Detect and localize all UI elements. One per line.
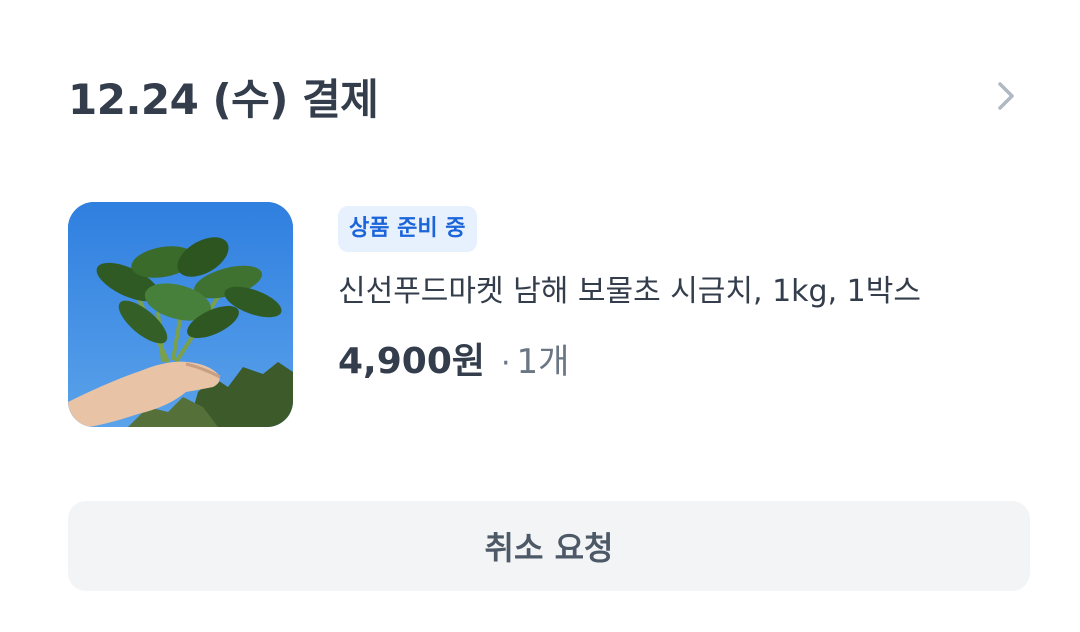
chevron-right-icon[interactable] bbox=[994, 78, 1018, 114]
separator-dot: · bbox=[501, 346, 511, 381]
status-badge: 상품 준비 중 bbox=[338, 206, 477, 252]
product-quantity: 1개 bbox=[516, 342, 570, 382]
product-image[interactable] bbox=[68, 202, 293, 427]
order-header[interactable]: 12.24 (수) 결제 bbox=[68, 64, 1018, 128]
product-name[interactable]: 신선푸드마켓 남해 보물초 시금치, 1kg, 1박스 bbox=[338, 272, 1018, 312]
product-price: 4,900원 bbox=[338, 341, 485, 382]
order-date-title: 12.24 (수) 결제 bbox=[68, 74, 379, 124]
order-card: 12.24 (수) 결제 상품 준비 중 신선푸드마켓 남해 보물초 시금치, … bbox=[0, 0, 1080, 632]
product-info: 상품 준비 중 신선푸드마켓 남해 보물초 시금치, 1kg, 1박스 4,90… bbox=[338, 206, 1018, 384]
price-row: 4,900원 · 1개 bbox=[338, 332, 1018, 384]
cancel-request-button[interactable]: 취소 요청 bbox=[68, 501, 1030, 591]
product-item[interactable]: 상품 준비 중 신선푸드마켓 남해 보물초 시금치, 1kg, 1박스 4,90… bbox=[68, 202, 1018, 428]
